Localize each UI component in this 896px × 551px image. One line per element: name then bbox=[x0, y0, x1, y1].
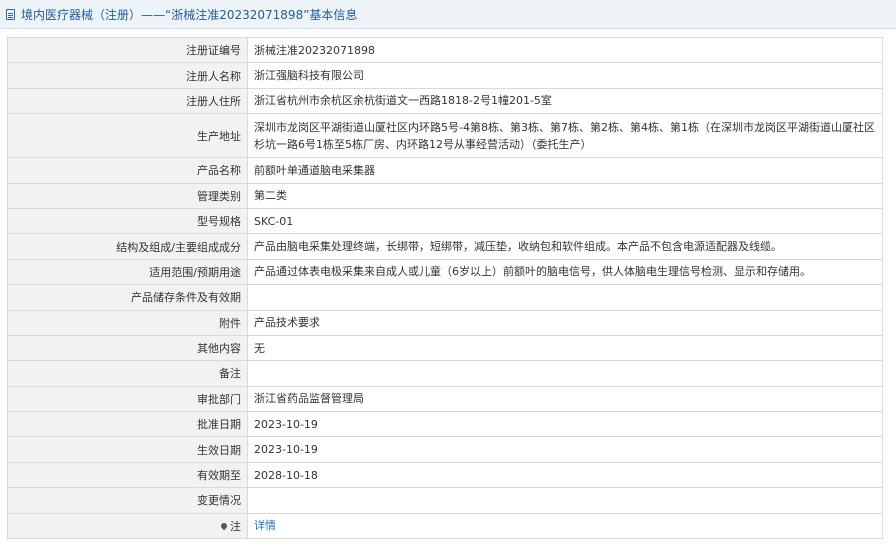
info-table: 注册证编号 浙械注准20232071898 注册人名称 浙江强脑科技有限公司 注… bbox=[7, 36, 883, 540]
row-value bbox=[247, 360, 883, 387]
note-label: 注 bbox=[219, 518, 241, 534]
detail-link[interactable]: 详情 bbox=[254, 519, 276, 532]
row-value: 2023-10-19 bbox=[247, 411, 883, 438]
row-value bbox=[247, 284, 883, 311]
table-row: 产品储存条件及有效期 bbox=[7, 284, 883, 311]
table-row: 注册人名称 浙江强脑科技有限公司 bbox=[7, 62, 883, 89]
row-value: 2023-10-19 bbox=[247, 436, 883, 463]
row-label: 备注 bbox=[7, 360, 248, 387]
row-label: 其他内容 bbox=[7, 334, 248, 362]
row-label: 产品储存条件及有效期 bbox=[7, 284, 248, 311]
table-row: 型号规格 SKC-01 bbox=[7, 207, 883, 235]
row-label: 适用范围/预期用途 bbox=[7, 258, 248, 286]
table-row: 有效期至 2028-10-18 bbox=[7, 461, 883, 489]
note-label-text: 注 bbox=[230, 519, 241, 533]
table-row: 附件 产品技术要求 bbox=[7, 309, 883, 336]
row-label: 型号规格 bbox=[7, 207, 248, 235]
row-label: 审批部门 bbox=[7, 385, 248, 413]
row-label: 注册人名称 bbox=[7, 62, 248, 89]
table-row: 生产地址 深圳市龙岗区平湖街道山厦社区内环路5号-4第8栋、第3栋、第7栋、第2… bbox=[7, 113, 883, 159]
row-value: 产品通过体表电极采集来自成人或儿童（6岁以上）前额叶的脑电信号，供人体脑电生理信… bbox=[247, 258, 883, 286]
row-value: 浙江省药品监督管理局 bbox=[247, 385, 883, 413]
table-row: 变更情况 bbox=[7, 487, 883, 514]
table-row: 管理类别 第二类 bbox=[7, 182, 883, 209]
row-label: 变更情况 bbox=[7, 487, 248, 514]
table-row: 注册人住所 浙江省杭州市余杭区余杭街道文一西路1818-2号1幢201-5室 bbox=[7, 87, 883, 115]
row-value: SKC-01 bbox=[247, 207, 883, 235]
row-label: 生效日期 bbox=[7, 436, 248, 463]
table-row: 批准日期 2023-10-19 bbox=[7, 411, 883, 438]
row-label: 产品名称 bbox=[7, 157, 248, 184]
row-label: 管理类别 bbox=[7, 182, 248, 209]
row-value: 2028-10-18 bbox=[247, 461, 883, 489]
note-value-cell: 详情 bbox=[247, 512, 883, 540]
table-row: 产品名称 前额叶单通道脑电采集器 bbox=[7, 157, 883, 184]
row-label: 注册证编号 bbox=[7, 36, 248, 64]
row-label: 结构及组成/主要组成成分 bbox=[7, 233, 248, 260]
row-value: 产品由脑电采集处理终端，长绑带，短绑带，减压垫，收纳包和软件组成。本产品不包含电… bbox=[247, 233, 883, 260]
page-title: 境内医疗器械（注册）——“浙械注准20232071898”基本信息 bbox=[21, 7, 358, 22]
row-value: 浙江省杭州市余杭区余杭街道文一西路1818-2号1幢201-5室 bbox=[247, 87, 883, 115]
page-header: 境内医疗器械（注册）——“浙械注准20232071898”基本信息 bbox=[0, 0, 896, 29]
pin-icon bbox=[219, 521, 229, 531]
table-row: 备注 bbox=[7, 360, 883, 387]
note-label-cell: 注 bbox=[7, 512, 248, 540]
table-row: 生效日期 2023-10-19 bbox=[7, 436, 883, 463]
row-value: 第二类 bbox=[247, 182, 883, 209]
row-value: 深圳市龙岗区平湖街道山厦社区内环路5号-4第8栋、第3栋、第7栋、第2栋、第4栋… bbox=[247, 113, 883, 159]
table-row: 注册证编号 浙械注准20232071898 bbox=[7, 36, 883, 64]
row-value: 浙械注准20232071898 bbox=[247, 36, 883, 64]
row-label: 生产地址 bbox=[7, 113, 248, 159]
row-value: 产品技术要求 bbox=[247, 309, 883, 336]
row-value: 前额叶单通道脑电采集器 bbox=[247, 157, 883, 184]
table-row: 其他内容 无 bbox=[7, 334, 883, 362]
table-row: 注 详情 bbox=[7, 512, 883, 540]
table-row: 结构及组成/主要组成成分 产品由脑电采集处理终端，长绑带，短绑带，减压垫，收纳包… bbox=[7, 233, 883, 260]
row-label: 有效期至 bbox=[7, 461, 248, 489]
table-row: 适用范围/预期用途 产品通过体表电极采集来自成人或儿童（6岁以上）前额叶的脑电信… bbox=[7, 258, 883, 286]
row-value bbox=[247, 487, 883, 514]
row-label: 批准日期 bbox=[7, 411, 248, 438]
row-label: 注册人住所 bbox=[7, 87, 248, 115]
table-row: 审批部门 浙江省药品监督管理局 bbox=[7, 385, 883, 413]
document-icon bbox=[6, 8, 15, 20]
row-label: 附件 bbox=[7, 309, 248, 336]
row-value: 浙江强脑科技有限公司 bbox=[247, 62, 883, 89]
row-value: 无 bbox=[247, 334, 883, 362]
